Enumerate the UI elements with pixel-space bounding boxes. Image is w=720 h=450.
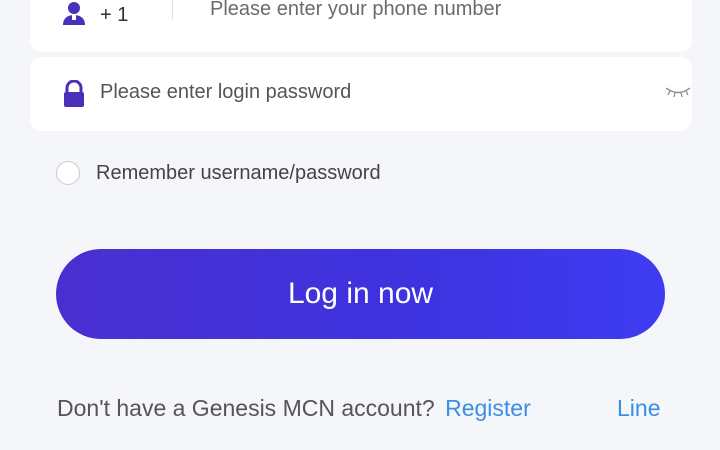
- password-input[interactable]: [100, 81, 620, 104]
- remember-radio[interactable]: [56, 161, 80, 185]
- login-page: + 1 Remember username/password Log in no…: [0, 0, 720, 450]
- lock-icon: [61, 80, 87, 108]
- user-icon: [61, 0, 87, 26]
- register-prompt-text: Don't have a Genesis MCN account?: [57, 395, 435, 421]
- field-divider: [172, 0, 173, 20]
- register-link[interactable]: Register: [445, 395, 531, 421]
- login-button[interactable]: Log in now: [56, 249, 665, 339]
- password-field: [30, 57, 692, 131]
- eye-closed-icon[interactable]: [664, 83, 692, 99]
- phone-input[interactable]: [210, 0, 670, 21]
- phone-field: + 1: [30, 0, 692, 52]
- line-login-link[interactable]: Line: [617, 395, 660, 422]
- country-code-selector[interactable]: + 1: [100, 4, 128, 27]
- register-prompt: Don't have a Genesis MCN account? Regist…: [57, 395, 531, 422]
- remember-checkbox[interactable]: Remember username/password: [56, 161, 381, 185]
- remember-label: Remember username/password: [96, 161, 381, 184]
